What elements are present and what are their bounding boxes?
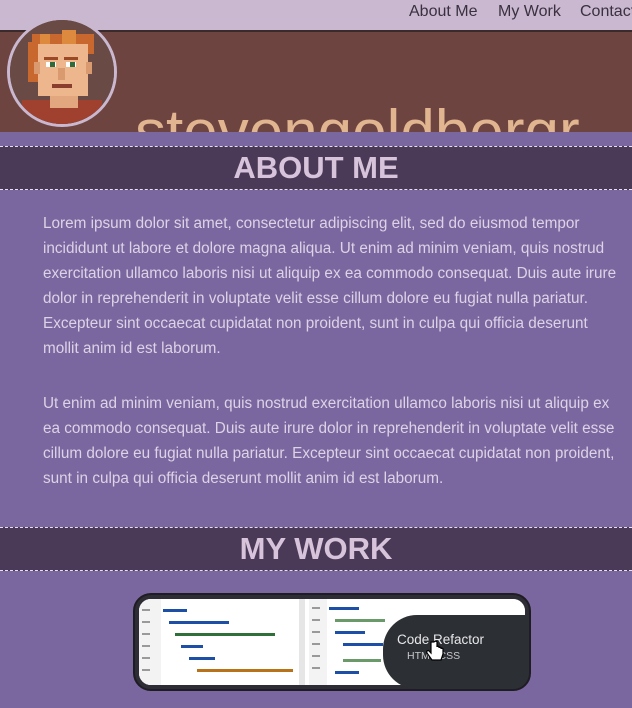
about-heading: ABOUT ME	[233, 150, 399, 185]
about-paragraph-2: Ut enim ad minim veniam, quis nostrud ex…	[43, 395, 615, 487]
nav-link-about-me[interactable]: About Me	[409, 3, 477, 21]
site-title: stevengoldbergr	[135, 102, 580, 133]
project-card-code-refactor[interactable]: Code Refactor HTML/CSS	[133, 593, 531, 691]
work-heading: MY WORK	[239, 531, 393, 566]
nav-link-contact[interactable]: Contact	[580, 3, 632, 21]
top-nav: About Me My Work Contact	[0, 0, 632, 30]
about-section-header: ABOUT ME	[0, 146, 632, 190]
avatar	[7, 17, 117, 127]
nav-link-my-work[interactable]: My Work	[498, 3, 561, 21]
about-paragraph-1: Lorem ipsum dolor sit amet, consectetur …	[43, 215, 617, 357]
project-overlay[interactable]: Code Refactor HTML/CSS	[383, 615, 529, 689]
work-section-header: MY WORK	[0, 527, 632, 571]
pixel-portrait-icon	[10, 20, 114, 124]
hand-pointer-cursor-icon	[426, 640, 444, 661]
